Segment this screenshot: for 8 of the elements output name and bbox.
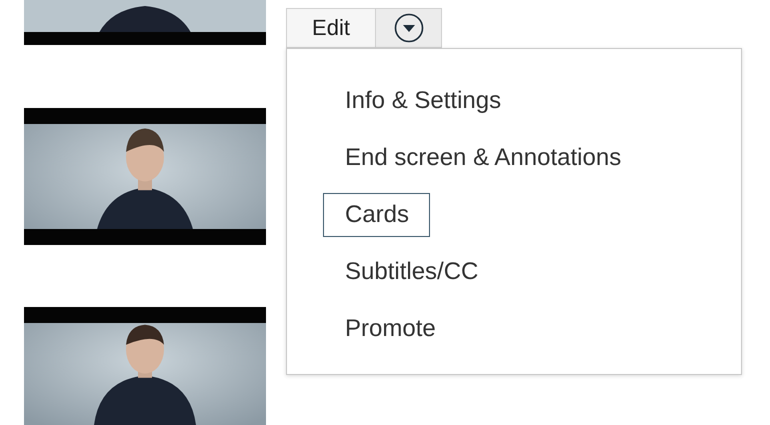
menu-item[interactable]: End screen & Annotations (323, 136, 642, 180)
caret-icon (394, 13, 424, 43)
dropdown-toggle[interactable] (376, 8, 442, 48)
edit-button[interactable]: Edit (286, 8, 376, 48)
menu-item[interactable]: Cards (323, 193, 430, 237)
menu-item[interactable]: Promote (323, 307, 457, 351)
menu-item[interactable]: Info & Settings (323, 79, 522, 123)
menu-item[interactable]: Subtitles/CC (323, 250, 500, 294)
